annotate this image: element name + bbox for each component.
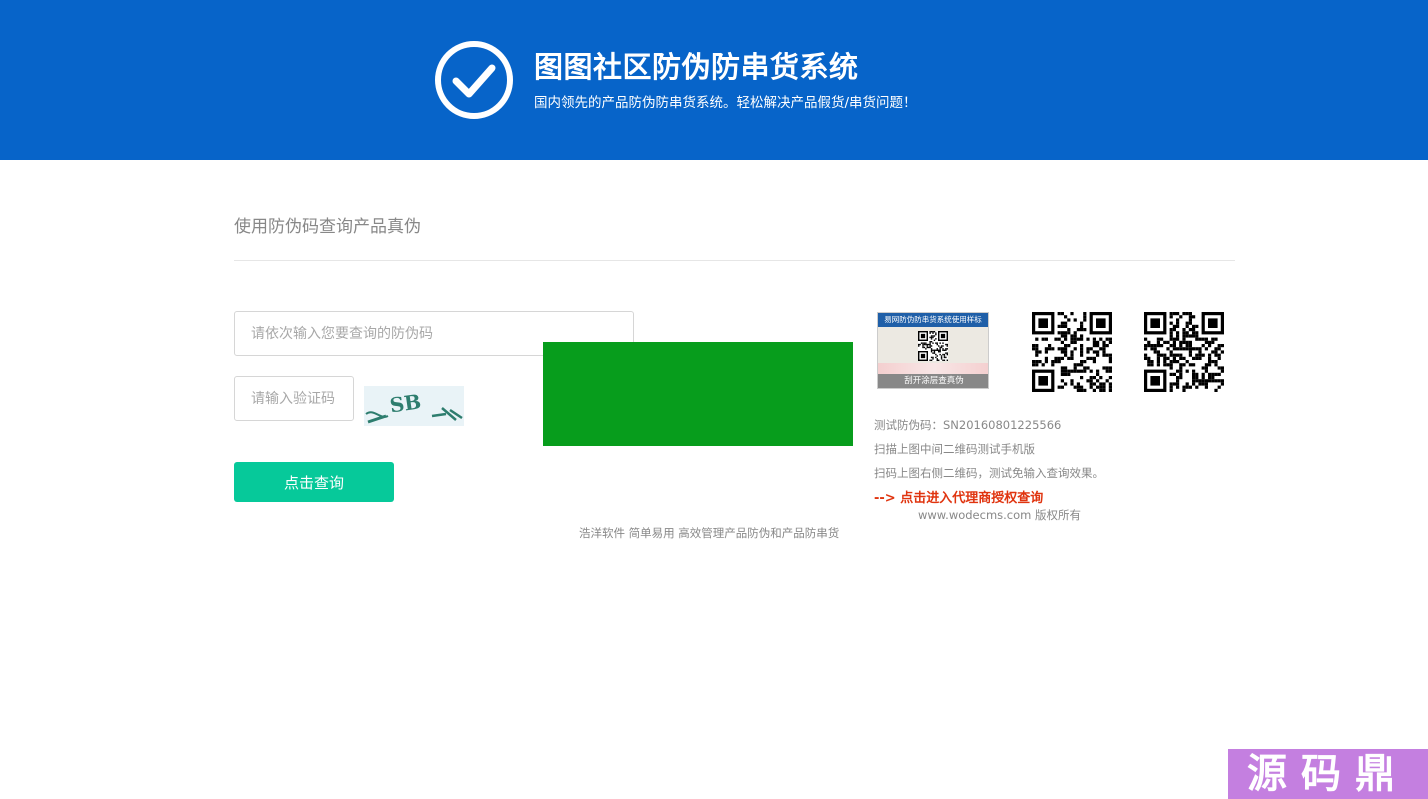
captcha-image[interactable]: SB xyxy=(364,386,464,426)
site-title: 图图社区防伪防串货系统 xyxy=(534,50,859,84)
green-block xyxy=(543,342,853,446)
sample-label-image: 易网防伪防串货系统使用样标 刮开涂层查真伪 xyxy=(877,312,989,389)
captcha-input[interactable] xyxy=(234,376,354,421)
scan-right-text: 扫码上图右侧二维码，测试免输入查询效果。 xyxy=(874,466,1104,480)
scan-middle-text: 扫描上图中间二维码测试手机版 xyxy=(874,442,1035,456)
sample-card-footer: 刮开涂层查真伪 xyxy=(878,374,988,388)
qr-code-icon xyxy=(918,331,948,361)
qr-code-mobile-icon xyxy=(1032,312,1112,392)
watermark-logo: 源码鼎 xyxy=(1228,749,1428,799)
divider xyxy=(234,260,1235,261)
header-banner: 图图社区防伪防串货系统 国内领先的产品防伪防串货系统。轻松解决产品假货/串货问题… xyxy=(0,0,1428,160)
qr-code-direct-query-icon xyxy=(1144,312,1224,392)
copyright-text: www.wodecms.com 版权所有 xyxy=(918,508,1082,522)
captcha-text: SB xyxy=(388,389,422,417)
section-title: 使用防伪码查询产品真伪 xyxy=(234,217,421,237)
agent-query-link[interactable]: --> 点击进入代理商授权查询 xyxy=(874,487,1043,506)
footer-note: 浩洋软件 简单易用 高效管理产品防伪和产品防串货 xyxy=(579,526,840,540)
check-circle-icon xyxy=(435,41,513,119)
query-button[interactable]: 点击查询 xyxy=(234,462,394,502)
site-subtitle: 国内领先的产品防伪防串货系统。轻松解决产品假货/串货问题！ xyxy=(534,95,917,111)
test-code-text: 测试防伪码：SN20160801225566 xyxy=(874,418,1062,432)
sample-card-title: 易网防伪防串货系统使用样标 xyxy=(878,313,988,327)
